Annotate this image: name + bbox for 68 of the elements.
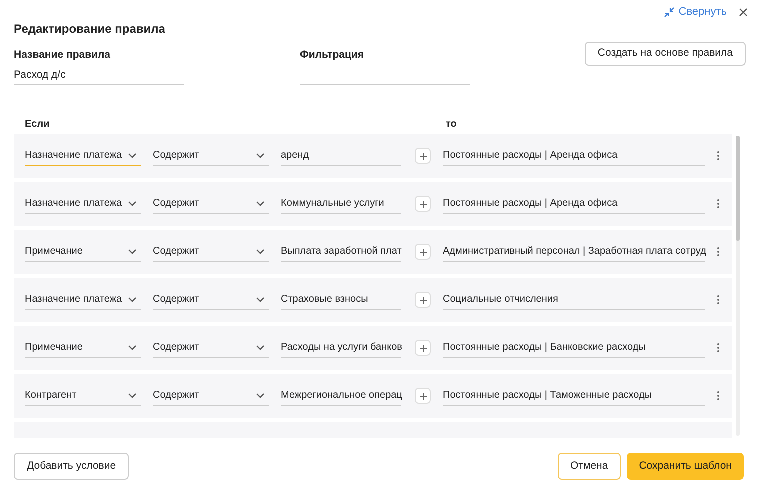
value-field[interactable]: Выплата заработной плат [281,242,401,262]
chevron-down-icon [128,392,137,398]
add-condition-button[interactable]: Добавить условие [14,453,130,480]
close-icon[interactable] [739,8,748,17]
plus-icon [420,344,426,352]
chevron-down-icon [256,392,265,398]
create-from-rule-button[interactable]: Создать на основе правила [584,42,746,66]
column-header: Если [25,118,51,131]
target-field[interactable]: Социальные отчисления [443,290,705,310]
operator-dropdown[interactable]: Содержит [153,386,269,406]
value-field[interactable]: аренд [281,146,401,166]
more-icon[interactable] [717,199,720,209]
field-label: Фильтрация [300,48,365,62]
plus-icon [420,296,426,304]
chevron-down-icon [128,296,137,302]
collapse-icon [664,7,675,18]
plus-icon [420,248,426,256]
chevron-down-icon [128,152,137,158]
chevron-down-icon [256,152,265,158]
value-field[interactable]: Межрегиональное операц [281,386,401,406]
field-dropdown[interactable]: Назначение платежа [25,146,141,166]
value-field[interactable]: Страховые взносы [281,290,401,310]
operator-dropdown[interactable]: Содержит [153,194,269,214]
scrollbar[interactable] [736,136,740,436]
chevron-down-icon [256,248,265,254]
add-button[interactable] [415,196,431,212]
chevron-down-icon [256,296,265,302]
operator-dropdown[interactable]: Содержит [153,290,269,310]
more-icon[interactable] [717,247,720,257]
rule-name-field[interactable]: Расход д/с [14,67,184,85]
dialog-title: Редактирование правила [13,21,166,38]
chevron-down-icon [256,200,265,206]
field-dropdown[interactable]: Примечание [25,242,141,262]
more-icon[interactable] [717,151,720,161]
chevron-down-icon [128,200,137,206]
collapse-link[interactable]: Свернуть [664,4,727,21]
operator-dropdown[interactable]: Содержит [153,338,269,358]
field-label: Название правила [14,48,112,62]
target-field[interactable]: Постоянные расходы | Таможенные расходы [443,386,705,406]
field-dropdown[interactable]: Примечание [25,338,141,358]
field-dropdown[interactable]: Назначение платежа [25,194,141,214]
chevron-down-icon [128,248,137,254]
more-icon[interactable] [717,295,720,305]
target-field[interactable]: Постоянные расходы | Аренда офиса [443,146,705,166]
target-field[interactable]: Постоянные расходы | Банковские расходы [443,338,705,358]
chevron-down-icon [256,344,265,350]
field-dropdown[interactable]: Назначение платежа [25,290,141,310]
value-field[interactable]: Коммунальные услуги [281,194,401,214]
chevron-down-icon [128,344,137,350]
add-button[interactable] [415,292,431,308]
more-icon[interactable] [717,343,720,353]
add-button[interactable] [415,148,431,164]
target-field[interactable]: Постоянные расходы | Аренда офиса [443,194,705,214]
cancel-button[interactable]: Отмена [558,453,622,480]
add-button[interactable] [415,340,431,356]
field-dropdown[interactable]: Контрагент [25,386,141,406]
operator-dropdown[interactable]: Содержит [153,146,269,166]
plus-icon [420,200,426,208]
add-button[interactable] [415,244,431,260]
add-button[interactable] [415,388,431,404]
value-field[interactable]: Расходы на услуги банков [281,338,401,358]
save-button[interactable]: Сохранить шаблон [627,453,744,480]
operator-dropdown[interactable]: Содержит [153,242,269,262]
column-header: то [446,118,457,131]
more-icon[interactable] [717,391,720,401]
plus-icon [420,152,426,160]
plus-icon [420,392,426,400]
target-field[interactable]: Административный персонал | Заработная плата сотруд [443,242,705,262]
